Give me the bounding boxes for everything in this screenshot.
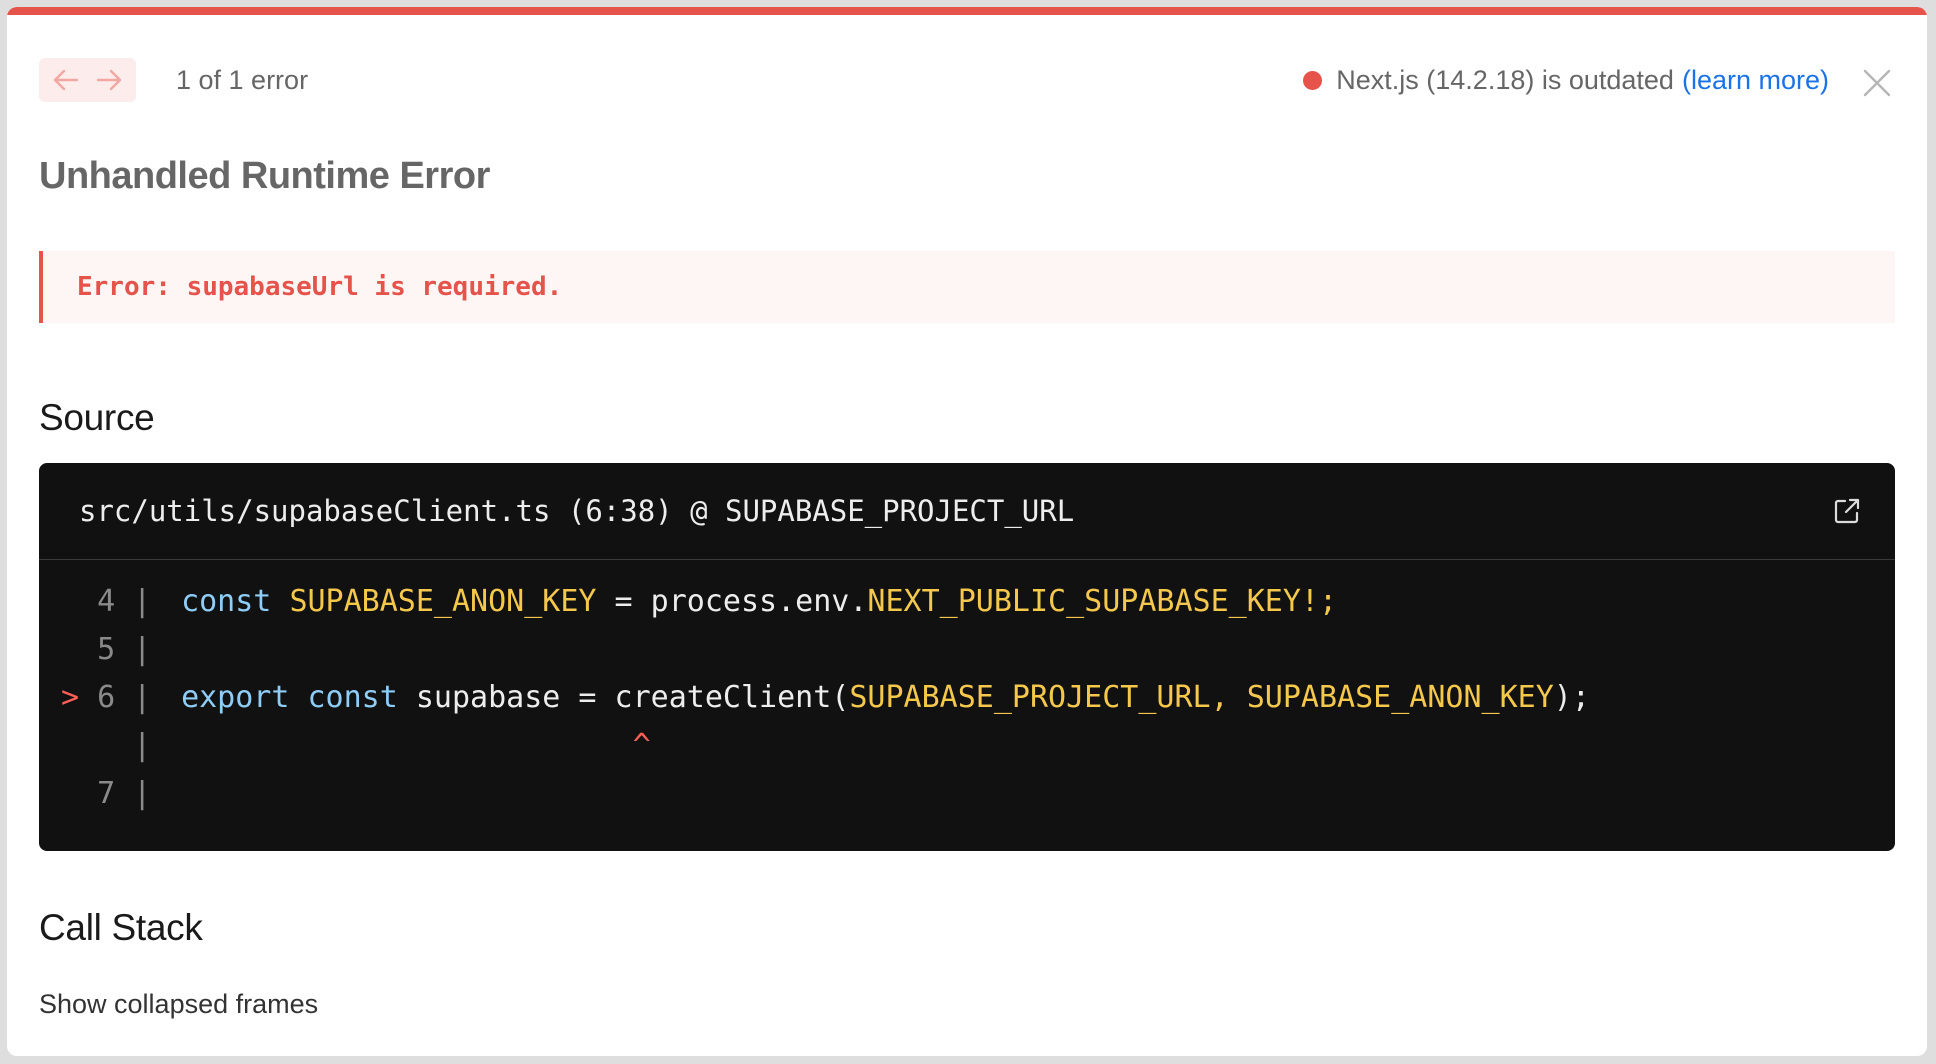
code-line: 7 | bbox=[39, 770, 1895, 818]
error-message: Error: supabaseUrl is required. bbox=[77, 272, 563, 302]
code-token: supabase = createClient( bbox=[397, 680, 850, 715]
code-text: export const supabase = createClient(SUP… bbox=[181, 674, 1590, 722]
previous-error-button[interactable] bbox=[48, 62, 84, 98]
highlight-marker bbox=[39, 770, 79, 818]
line-number: 6 | bbox=[97, 680, 170, 715]
code-token: export bbox=[181, 680, 290, 715]
code-frame-header: src/utils/supabaseClient.ts (6:38) @ SUP… bbox=[39, 463, 1895, 560]
code-line: > 6 | export const supabase = createClie… bbox=[39, 674, 1895, 722]
code-text: ^ bbox=[181, 722, 651, 770]
version-staleness-indicator: Next.js (14.2.18) is outdated (learn mor… bbox=[1303, 65, 1829, 96]
arrow-right-icon bbox=[96, 69, 121, 91]
code-token: SUPABASE_PROJECT_URL, SUPABASE_ANON_KEY bbox=[849, 680, 1554, 715]
line-number: 5 | bbox=[97, 632, 170, 667]
code-line: | ^ bbox=[39, 722, 1895, 770]
learn-more-link[interactable]: (learn more) bbox=[1682, 65, 1829, 96]
external-link-icon bbox=[1834, 498, 1860, 524]
close-button[interactable] bbox=[1859, 65, 1895, 101]
marker-spacer bbox=[79, 626, 97, 674]
outdated-status-dot bbox=[1303, 71, 1323, 90]
call-stack-heading: Call Stack bbox=[39, 907, 203, 948]
error-navigation bbox=[39, 58, 136, 102]
code-token: ); bbox=[1553, 680, 1590, 715]
open-in-editor-button[interactable] bbox=[1829, 493, 1865, 529]
code-frame: src/utils/supabaseClient.ts (6:38) @ SUP… bbox=[39, 463, 1895, 851]
marker-spacer bbox=[79, 674, 97, 722]
close-icon bbox=[1863, 69, 1891, 97]
code-text: const SUPABASE_ANON_KEY = process.env.NE… bbox=[181, 578, 1337, 626]
arrow-left-icon bbox=[54, 69, 79, 91]
code-token: NEXT_PUBLIC_SUPABASE_KEY!; bbox=[867, 584, 1338, 619]
show-collapsed-frames-toggle[interactable]: Show collapsed frames bbox=[39, 989, 318, 1020]
code-token: = process.env. bbox=[596, 584, 868, 619]
code-token: const bbox=[181, 584, 272, 619]
code-line: 5 | bbox=[39, 626, 1895, 674]
highlight-marker bbox=[39, 578, 79, 626]
code-listing: 4 | const SUPABASE_ANON_KEY = process.en… bbox=[39, 560, 1895, 818]
next-error-button[interactable] bbox=[91, 62, 127, 98]
error-count-label: 1 of 1 error bbox=[176, 65, 309, 95]
line-number: 4 | bbox=[97, 584, 170, 619]
dialog-header: 1 of 1 error Next.js (14.2.18) is outdat… bbox=[39, 15, 1895, 105]
source-heading: Source bbox=[39, 397, 155, 438]
error-message-box: Error: supabaseUrl is required. bbox=[39, 251, 1895, 323]
source-file-location: src/utils/supabaseClient.ts (6:38) @ SUP… bbox=[79, 494, 1075, 528]
marker-spacer bbox=[79, 770, 97, 818]
dialog-content: 1 of 1 error Next.js (14.2.18) is outdat… bbox=[39, 15, 1895, 1019]
code-token: const bbox=[307, 680, 398, 715]
error-title: Unhandled Runtime Error bbox=[39, 155, 490, 197]
error-accent-bar bbox=[7, 7, 1927, 15]
error-overlay-dialog: 1 of 1 error Next.js (14.2.18) is outdat… bbox=[7, 7, 1927, 1056]
line-number: | bbox=[97, 728, 170, 763]
error-caret: ^ bbox=[181, 728, 651, 763]
version-status-text: Next.js (14.2.18) is outdated bbox=[1336, 65, 1674, 95]
marker-spacer bbox=[79, 578, 97, 626]
code-line: 4 | const SUPABASE_ANON_KEY = process.en… bbox=[39, 578, 1895, 626]
highlight-marker bbox=[39, 722, 79, 770]
highlight-marker: > bbox=[60, 680, 79, 715]
highlight-marker bbox=[39, 626, 79, 674]
marker-spacer bbox=[79, 722, 97, 770]
code-token: SUPABASE_ANON_KEY bbox=[289, 584, 597, 619]
line-number: 7 | bbox=[97, 776, 170, 811]
